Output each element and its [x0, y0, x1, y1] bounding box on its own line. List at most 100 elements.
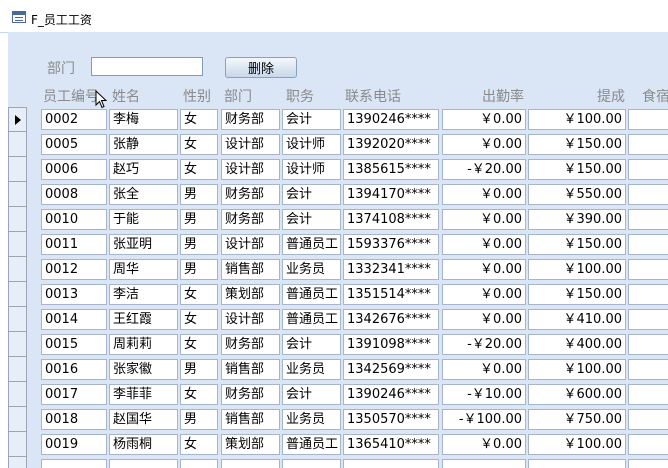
phone-field[interactable]: 1332341**** [343, 259, 439, 280]
name-field[interactable]: 周莉莉 [109, 334, 178, 355]
name-field[interactable]: 王红霞 [109, 309, 178, 330]
commission-field[interactable] [528, 459, 626, 468]
commission-field[interactable]: ￥100.00 [528, 434, 626, 455]
attendance-field[interactable]: ￥0.00 [442, 134, 526, 155]
meal-field[interactable] [628, 259, 668, 280]
dept-field[interactable]: 设计部 [221, 159, 280, 180]
emp-id-field[interactable]: 0016 [41, 359, 107, 380]
record-selector[interactable] [8, 332, 27, 357]
name-field[interactable]: 张全 [109, 184, 178, 205]
emp-id-field[interactable] [41, 459, 107, 468]
name-field[interactable] [109, 459, 178, 468]
dept-filter-input[interactable] [91, 57, 203, 76]
emp-id-field[interactable]: 0008 [41, 184, 107, 205]
phone-field[interactable]: 1374108**** [343, 209, 439, 230]
record-selector[interactable] [8, 407, 27, 432]
emp-id-field[interactable]: 0013 [41, 284, 107, 305]
attendance-field[interactable]: ￥0.00 [442, 209, 526, 230]
phone-field[interactable]: 1593376**** [343, 234, 439, 255]
name-field[interactable]: 张家徽 [109, 359, 178, 380]
commission-field[interactable]: ￥600.00 [528, 384, 626, 405]
dept-field[interactable]: 销售部 [221, 259, 280, 280]
position-field[interactable]: 普通员工 [282, 434, 341, 455]
position-field[interactable]: 业务员 [282, 259, 341, 280]
record-selector[interactable] [8, 232, 27, 257]
commission-field[interactable]: ￥150.00 [528, 284, 626, 305]
attendance-field[interactable] [442, 459, 526, 468]
gender-field[interactable]: 男 [180, 359, 218, 380]
dept-field[interactable]: 财务部 [221, 334, 280, 355]
record-selector[interactable] [8, 282, 27, 307]
gender-field[interactable]: 男 [180, 184, 218, 205]
commission-field[interactable]: ￥150.00 [528, 234, 626, 255]
position-field[interactable]: 业务员 [282, 409, 341, 430]
position-field[interactable]: 会计 [282, 384, 341, 405]
phone-field[interactable]: 1342676**** [343, 309, 439, 330]
name-field[interactable]: 周华 [109, 259, 178, 280]
attendance-field[interactable]: -￥100.00 [442, 409, 526, 430]
record-selector[interactable] [8, 382, 27, 407]
meal-field[interactable] [628, 109, 668, 130]
position-field[interactable]: 设计师 [282, 159, 341, 180]
gender-field[interactable]: 女 [180, 334, 218, 355]
meal-field[interactable] [628, 409, 668, 430]
phone-field[interactable]: 1390246**** [343, 384, 439, 405]
phone-field[interactable] [343, 459, 439, 468]
dept-field[interactable]: 策划部 [221, 284, 280, 305]
record-selector[interactable] [8, 257, 27, 282]
phone-field[interactable]: 1385615**** [343, 159, 439, 180]
name-field[interactable]: 李菲菲 [109, 384, 178, 405]
dept-field[interactable]: 策划部 [221, 434, 280, 455]
name-field[interactable]: 于能 [109, 209, 178, 230]
attendance-field[interactable]: -￥20.00 [442, 334, 526, 355]
gender-field[interactable]: 男 [180, 234, 218, 255]
emp-id-field[interactable]: 0005 [41, 134, 107, 155]
attendance-field[interactable]: ￥0.00 [442, 184, 526, 205]
dept-field[interactable]: 销售部 [221, 359, 280, 380]
dept-field[interactable]: 财务部 [221, 109, 280, 130]
name-field[interactable]: 赵国华 [109, 409, 178, 430]
gender-field[interactable]: 男 [180, 259, 218, 280]
dept-field[interactable]: 设计部 [221, 234, 280, 255]
position-field[interactable]: 业务员 [282, 359, 341, 380]
phone-field[interactable]: 1391098**** [343, 334, 439, 355]
commission-field[interactable]: ￥100.00 [528, 259, 626, 280]
attendance-field[interactable]: ￥0.00 [442, 309, 526, 330]
emp-id-field[interactable]: 0015 [41, 334, 107, 355]
dept-field[interactable]: 财务部 [221, 384, 280, 405]
attendance-field[interactable]: ￥0.00 [442, 234, 526, 255]
meal-field[interactable] [628, 284, 668, 305]
emp-id-field[interactable]: 0012 [41, 259, 107, 280]
dept-field[interactable] [221, 459, 280, 468]
meal-field[interactable] [628, 384, 668, 405]
gender-field[interactable]: 女 [180, 134, 218, 155]
attendance-field[interactable]: ￥0.00 [442, 284, 526, 305]
position-field[interactable]: 会计 [282, 209, 341, 230]
name-field[interactable]: 张亚明 [109, 234, 178, 255]
gender-field[interactable]: 女 [180, 434, 218, 455]
meal-field[interactable] [628, 134, 668, 155]
position-field[interactable]: 会计 [282, 109, 341, 130]
gender-field[interactable]: 女 [180, 159, 218, 180]
position-field[interactable]: 会计 [282, 334, 341, 355]
dept-field[interactable]: 设计部 [221, 134, 280, 155]
emp-id-field[interactable]: 0019 [41, 434, 107, 455]
gender-field[interactable]: 男 [180, 409, 218, 430]
emp-id-field[interactable]: 0017 [41, 384, 107, 405]
name-field[interactable]: 李梅 [109, 109, 178, 130]
position-field[interactable]: 普通员工 [282, 234, 341, 255]
gender-field[interactable]: 女 [180, 384, 218, 405]
gender-field[interactable] [180, 459, 218, 468]
gender-field[interactable]: 男 [180, 209, 218, 230]
commission-field[interactable]: ￥150.00 [528, 159, 626, 180]
phone-field[interactable]: 1350570**** [343, 409, 439, 430]
position-field[interactable]: 普通员工 [282, 284, 341, 305]
gender-field[interactable]: 女 [180, 109, 218, 130]
emp-id-field[interactable]: 0018 [41, 409, 107, 430]
meal-field[interactable] [628, 459, 668, 468]
commission-field[interactable]: ￥100.00 [528, 109, 626, 130]
record-selector[interactable] [8, 157, 27, 182]
meal-field[interactable] [628, 309, 668, 330]
emp-id-field[interactable]: 0002 [41, 109, 107, 130]
phone-field[interactable]: 1390246**** [343, 109, 439, 130]
